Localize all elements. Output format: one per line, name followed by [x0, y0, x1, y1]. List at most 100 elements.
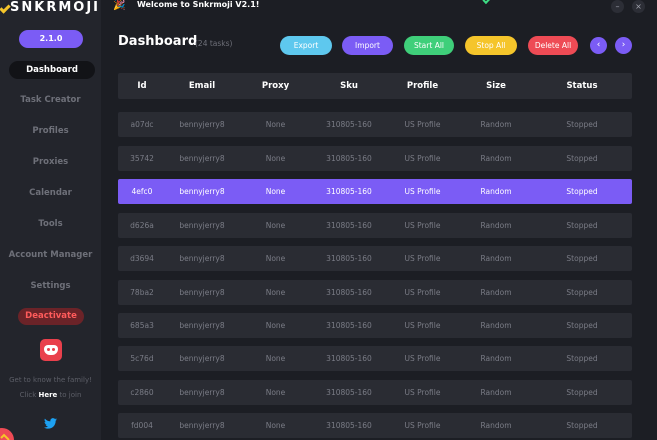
cell-profile: US Profile — [404, 254, 441, 263]
party-popper-icon: 🎉 — [113, 0, 126, 11]
welcome-message: Welcome to Snkrmoji V2.1! — [137, 0, 260, 9]
cell-proxy: None — [265, 388, 286, 397]
sidebar-item-tools[interactable]: Tools — [0, 215, 101, 233]
cell-status: Stopped — [566, 221, 598, 230]
sidebar-item-calendar[interactable]: Calendar — [0, 184, 101, 202]
column-header-proxy: Proxy — [261, 81, 290, 91]
cell-size: Random — [480, 388, 512, 397]
table-row[interactable]: 35742 bennyjerry8 None 310805-160 US Pro… — [118, 146, 632, 171]
cell-proxy: None — [265, 321, 286, 330]
cell-id: 5c76d — [130, 354, 154, 363]
sidebar-item-dashboard[interactable]: Dashboard — [9, 61, 95, 79]
cell-sku: 310805-160 — [326, 354, 372, 363]
cell-proxy: None — [265, 254, 286, 263]
cell-size: Random — [480, 321, 512, 330]
cell-status: Stopped — [566, 120, 598, 129]
table-header: Id Email Proxy Sku Profile Size Status — [118, 73, 632, 99]
check-icon — [482, 0, 492, 5]
close-button[interactable]: × — [632, 0, 645, 13]
join-text: Click Here to join — [0, 391, 101, 399]
cell-email: bennyjerry8 — [179, 187, 225, 196]
join-link[interactable]: Here — [39, 391, 58, 399]
cell-email: bennyjerry8 — [179, 321, 225, 330]
cell-email: bennyjerry8 — [179, 154, 225, 163]
sidebar-item-account-manager[interactable]: Account Manager — [0, 246, 101, 264]
cell-sku: 310805-160 — [326, 321, 372, 330]
cell-proxy: None — [265, 187, 286, 196]
check-badge-icon — [0, 428, 14, 440]
column-header-profile: Profile — [406, 81, 439, 91]
table-row[interactable]: 78ba2 bennyjerry8 None 310805-160 US Pro… — [118, 280, 632, 305]
column-header-sku: Sku — [340, 81, 358, 91]
cell-size: Random — [480, 120, 512, 129]
cell-proxy: None — [265, 288, 286, 297]
cell-status: Stopped — [566, 187, 598, 196]
twitter-icon[interactable] — [44, 418, 57, 429]
delete-all-button[interactable]: Delete All — [528, 36, 578, 55]
cell-email: bennyjerry8 — [179, 120, 225, 129]
cell-profile: US Profile — [404, 354, 441, 363]
cell-proxy: None — [265, 421, 286, 430]
start-all-button[interactable]: Start All — [404, 36, 454, 55]
sidebar-item-settings[interactable]: Settings — [0, 277, 101, 295]
cell-size: Random — [480, 187, 512, 196]
table-row[interactable]: d3694 bennyjerry8 None 310805-160 US Pro… — [118, 246, 632, 271]
sidebar-item-profiles[interactable]: Profiles — [0, 122, 101, 140]
cell-size: Random — [480, 354, 512, 363]
cell-sku: 310805-160 — [326, 288, 372, 297]
table-row[interactable]: a07dc bennyjerry8 None 310805-160 US Pro… — [118, 112, 632, 137]
import-button[interactable]: Import — [342, 36, 393, 55]
cell-email: bennyjerry8 — [179, 388, 225, 397]
cell-proxy: None — [265, 221, 286, 230]
sidebar: SNKRMOJI 2.1.0 Dashboard Task Creator Pr… — [0, 0, 101, 440]
column-header-id: Id — [137, 81, 147, 91]
cell-profile: US Profile — [404, 321, 441, 330]
stop-all-button[interactable]: Stop All — [465, 36, 517, 55]
cell-sku: 310805-160 — [326, 421, 372, 430]
family-text: Get to know the family! — [9, 376, 92, 384]
cell-proxy: None — [265, 120, 286, 129]
minimize-button[interactable]: – — [611, 0, 624, 13]
cell-sku: 310805-160 — [326, 388, 372, 397]
cell-id: d626a — [130, 221, 154, 230]
discord-icon[interactable] — [40, 339, 62, 361]
page-title: Dashboard — [118, 34, 198, 49]
table-row[interactable]: d626a bennyjerry8 None 310805-160 US Pro… — [118, 213, 632, 238]
cell-email: bennyjerry8 — [179, 221, 225, 230]
table-row[interactable]: fd004 bennyjerry8 None 310805-160 US Pro… — [118, 413, 632, 438]
cell-email: bennyjerry8 — [179, 421, 225, 430]
app-window: SNKRMOJI 2.1.0 Dashboard Task Creator Pr… — [0, 0, 657, 440]
table-row[interactable]: c2860 bennyjerry8 None 310805-160 US Pro… — [118, 380, 632, 405]
export-button[interactable]: Export — [280, 36, 332, 55]
cell-profile: US Profile — [404, 120, 441, 129]
sidebar-item-task-creator[interactable]: Task Creator — [0, 91, 101, 109]
table-row-selected[interactable]: 4efc0 bennyjerry8 None 310805-160 US Pro… — [118, 179, 632, 204]
prev-page-button[interactable]: ‹ — [590, 37, 607, 54]
cell-profile: US Profile — [404, 221, 441, 230]
version-badge: 2.1.0 — [19, 30, 83, 48]
cell-id: 78ba2 — [130, 288, 154, 297]
cell-id: fd004 — [131, 421, 153, 430]
deactivate-button[interactable]: Deactivate — [18, 308, 84, 325]
column-header-size: Size — [486, 81, 506, 91]
cell-status: Stopped — [566, 254, 598, 263]
sidebar-item-proxies[interactable]: Proxies — [0, 153, 101, 171]
cell-status: Stopped — [566, 321, 598, 330]
join-prefix: Click — [19, 391, 37, 399]
cell-profile: US Profile — [404, 388, 441, 397]
cell-sku: 310805-160 — [326, 221, 372, 230]
cell-status: Stopped — [566, 354, 598, 363]
table-row[interactable]: 685a3 bennyjerry8 None 310805-160 US Pro… — [118, 313, 632, 338]
next-page-button[interactable]: › — [615, 37, 632, 54]
cell-id: 4efc0 — [131, 187, 153, 196]
column-header-email: Email — [188, 81, 216, 91]
cell-id: 685a3 — [130, 321, 154, 330]
cell-size: Random — [480, 154, 512, 163]
table-row[interactable]: 5c76d bennyjerry8 None 310805-160 US Pro… — [118, 346, 632, 371]
cell-sku: 310805-160 — [326, 154, 372, 163]
cell-sku: 310805-160 — [326, 120, 372, 129]
cell-id: c2860 — [130, 388, 154, 397]
cell-email: bennyjerry8 — [179, 254, 225, 263]
cell-email: bennyjerry8 — [179, 354, 225, 363]
cell-sku: 310805-160 — [326, 187, 372, 196]
